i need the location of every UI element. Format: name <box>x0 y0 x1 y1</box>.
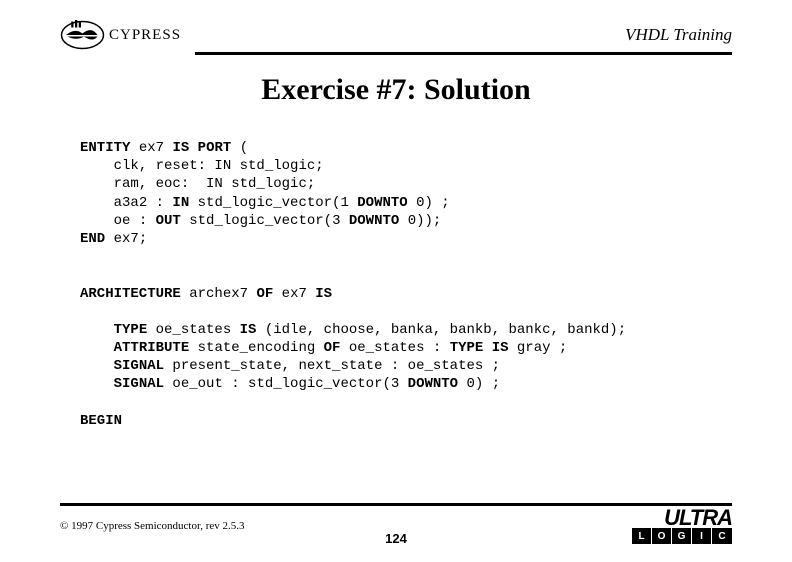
kw-arch: ARCHITECTURE <box>80 286 181 302</box>
ultra-sub-letter: G <box>672 528 692 544</box>
port-line: 0) ; <box>408 195 450 211</box>
arch-name: archex7 <box>181 286 257 302</box>
ultra-sub-letter: I <box>692 528 712 544</box>
page-number: 124 <box>385 531 407 546</box>
kw-of: OF <box>324 340 341 356</box>
cypress-logo: CYPRESS <box>60 20 181 50</box>
type-decl: oe_states <box>147 322 239 338</box>
signal-decl: 0) ; <box>458 376 500 392</box>
kw-downto: DOWNTO <box>408 376 458 392</box>
signal-decl: oe_out : std_logic_vector(3 <box>164 376 408 392</box>
port-line: std_logic_vector(1 <box>189 195 357 211</box>
ultra-sub-letter: O <box>652 528 672 544</box>
cypress-logo-icon <box>60 20 105 50</box>
kw-is: IS <box>315 286 332 302</box>
entity-name: ex7 <box>139 140 164 156</box>
port-line: clk, reset: IN std_logic; <box>114 158 324 174</box>
paren: ( <box>240 140 248 156</box>
header-title: VHDL Training <box>625 25 732 45</box>
vhdl-code: ENTITY ex7 IS PORT ( clk, reset: IN std_… <box>0 139 792 430</box>
page-header: CYPRESS VHDL Training <box>0 0 792 50</box>
port-line: ram, eoc: IN std_logic; <box>114 176 316 192</box>
kw-is: IS <box>172 140 189 156</box>
header-rule <box>195 52 732 55</box>
kw-attribute: ATTRIBUTE <box>114 340 190 356</box>
port-line: 0)); <box>399 213 441 229</box>
signal-decl: present_state, next_state : oe_states ; <box>164 358 500 374</box>
ultra-logo-text: ULTRA <box>664 508 732 528</box>
footer-rule <box>60 503 732 506</box>
kw-out: OUT <box>156 213 181 229</box>
kw-typeis: TYPE IS <box>450 340 509 356</box>
kw-port: PORT <box>198 140 232 156</box>
ultra-sub-letter: C <box>712 528 732 544</box>
kw-begin: BEGIN <box>80 413 122 429</box>
kw-downto: DOWNTO <box>357 195 407 211</box>
page-title: Exercise #7: Solution <box>0 73 792 107</box>
kw-downto: DOWNTO <box>349 213 399 229</box>
attr-decl: oe_states : <box>340 340 449 356</box>
end-name: ex7; <box>105 231 147 247</box>
copyright-text: © 1997 Cypress Semiconductor, rev 2.5.3 <box>60 520 245 532</box>
kw-is: IS <box>240 322 257 338</box>
cypress-logo-text: CYPRESS <box>109 27 181 44</box>
attr-decl: state_encoding <box>189 340 323 356</box>
type-decl: (idle, choose, banka, bankb, bankc, bank… <box>256 322 626 338</box>
port-line: std_logic_vector(3 <box>181 213 349 229</box>
ultra-logo-sub: L O G I C <box>632 528 732 544</box>
of-name: ex7 <box>273 286 315 302</box>
page-footer: © 1997 Cypress Semiconductor, rev 2.5.3 … <box>60 508 732 544</box>
port-line: oe : <box>114 213 156 229</box>
ultra-logo: ULTRA L O G I C <box>632 508 732 544</box>
port-line: a3a2 : <box>114 195 173 211</box>
kw-end: END <box>80 231 105 247</box>
ultra-sub-letter: L <box>632 528 652 544</box>
kw-in: IN <box>172 195 189 211</box>
kw-entity: ENTITY <box>80 140 130 156</box>
kw-signal: SIGNAL <box>114 376 164 392</box>
kw-signal: SIGNAL <box>114 358 164 374</box>
kw-type: TYPE <box>114 322 148 338</box>
attr-decl: gray ; <box>509 340 568 356</box>
kw-of: OF <box>256 286 273 302</box>
